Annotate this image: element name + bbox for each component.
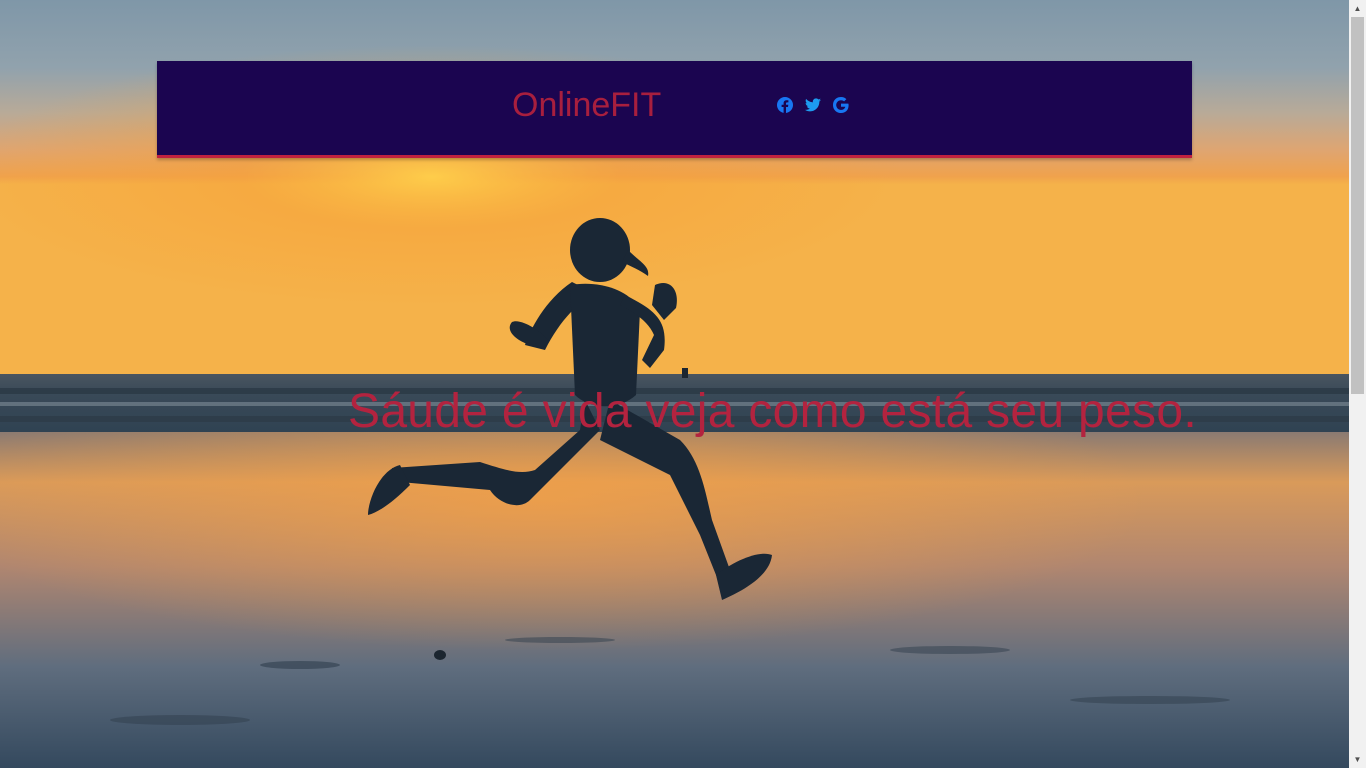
scroll-thumb[interactable] <box>1351 17 1364 394</box>
facebook-link[interactable] <box>777 96 793 114</box>
scroll-down-arrow[interactable]: ▼ <box>1349 751 1366 768</box>
facebook-icon <box>777 97 793 113</box>
google-link[interactable] <box>833 96 849 114</box>
twitter-icon <box>805 98 821 112</box>
scroll-up-arrow[interactable]: ▲ <box>1349 0 1366 17</box>
twitter-link[interactable] <box>805 96 821 114</box>
google-icon <box>833 97 849 113</box>
hero-tagline: Sáude é vida veja como está seu peso. <box>348 385 1197 438</box>
site-header: OnlineFIT <box>157 61 1192 158</box>
brand-logo-text[interactable]: OnlineFIT <box>512 85 661 125</box>
page-viewport: OnlineFIT Sáude é vida veja como está se… <box>0 0 1349 768</box>
vertical-scrollbar[interactable]: ▲ ▼ <box>1349 0 1366 768</box>
social-links <box>777 95 849 115</box>
